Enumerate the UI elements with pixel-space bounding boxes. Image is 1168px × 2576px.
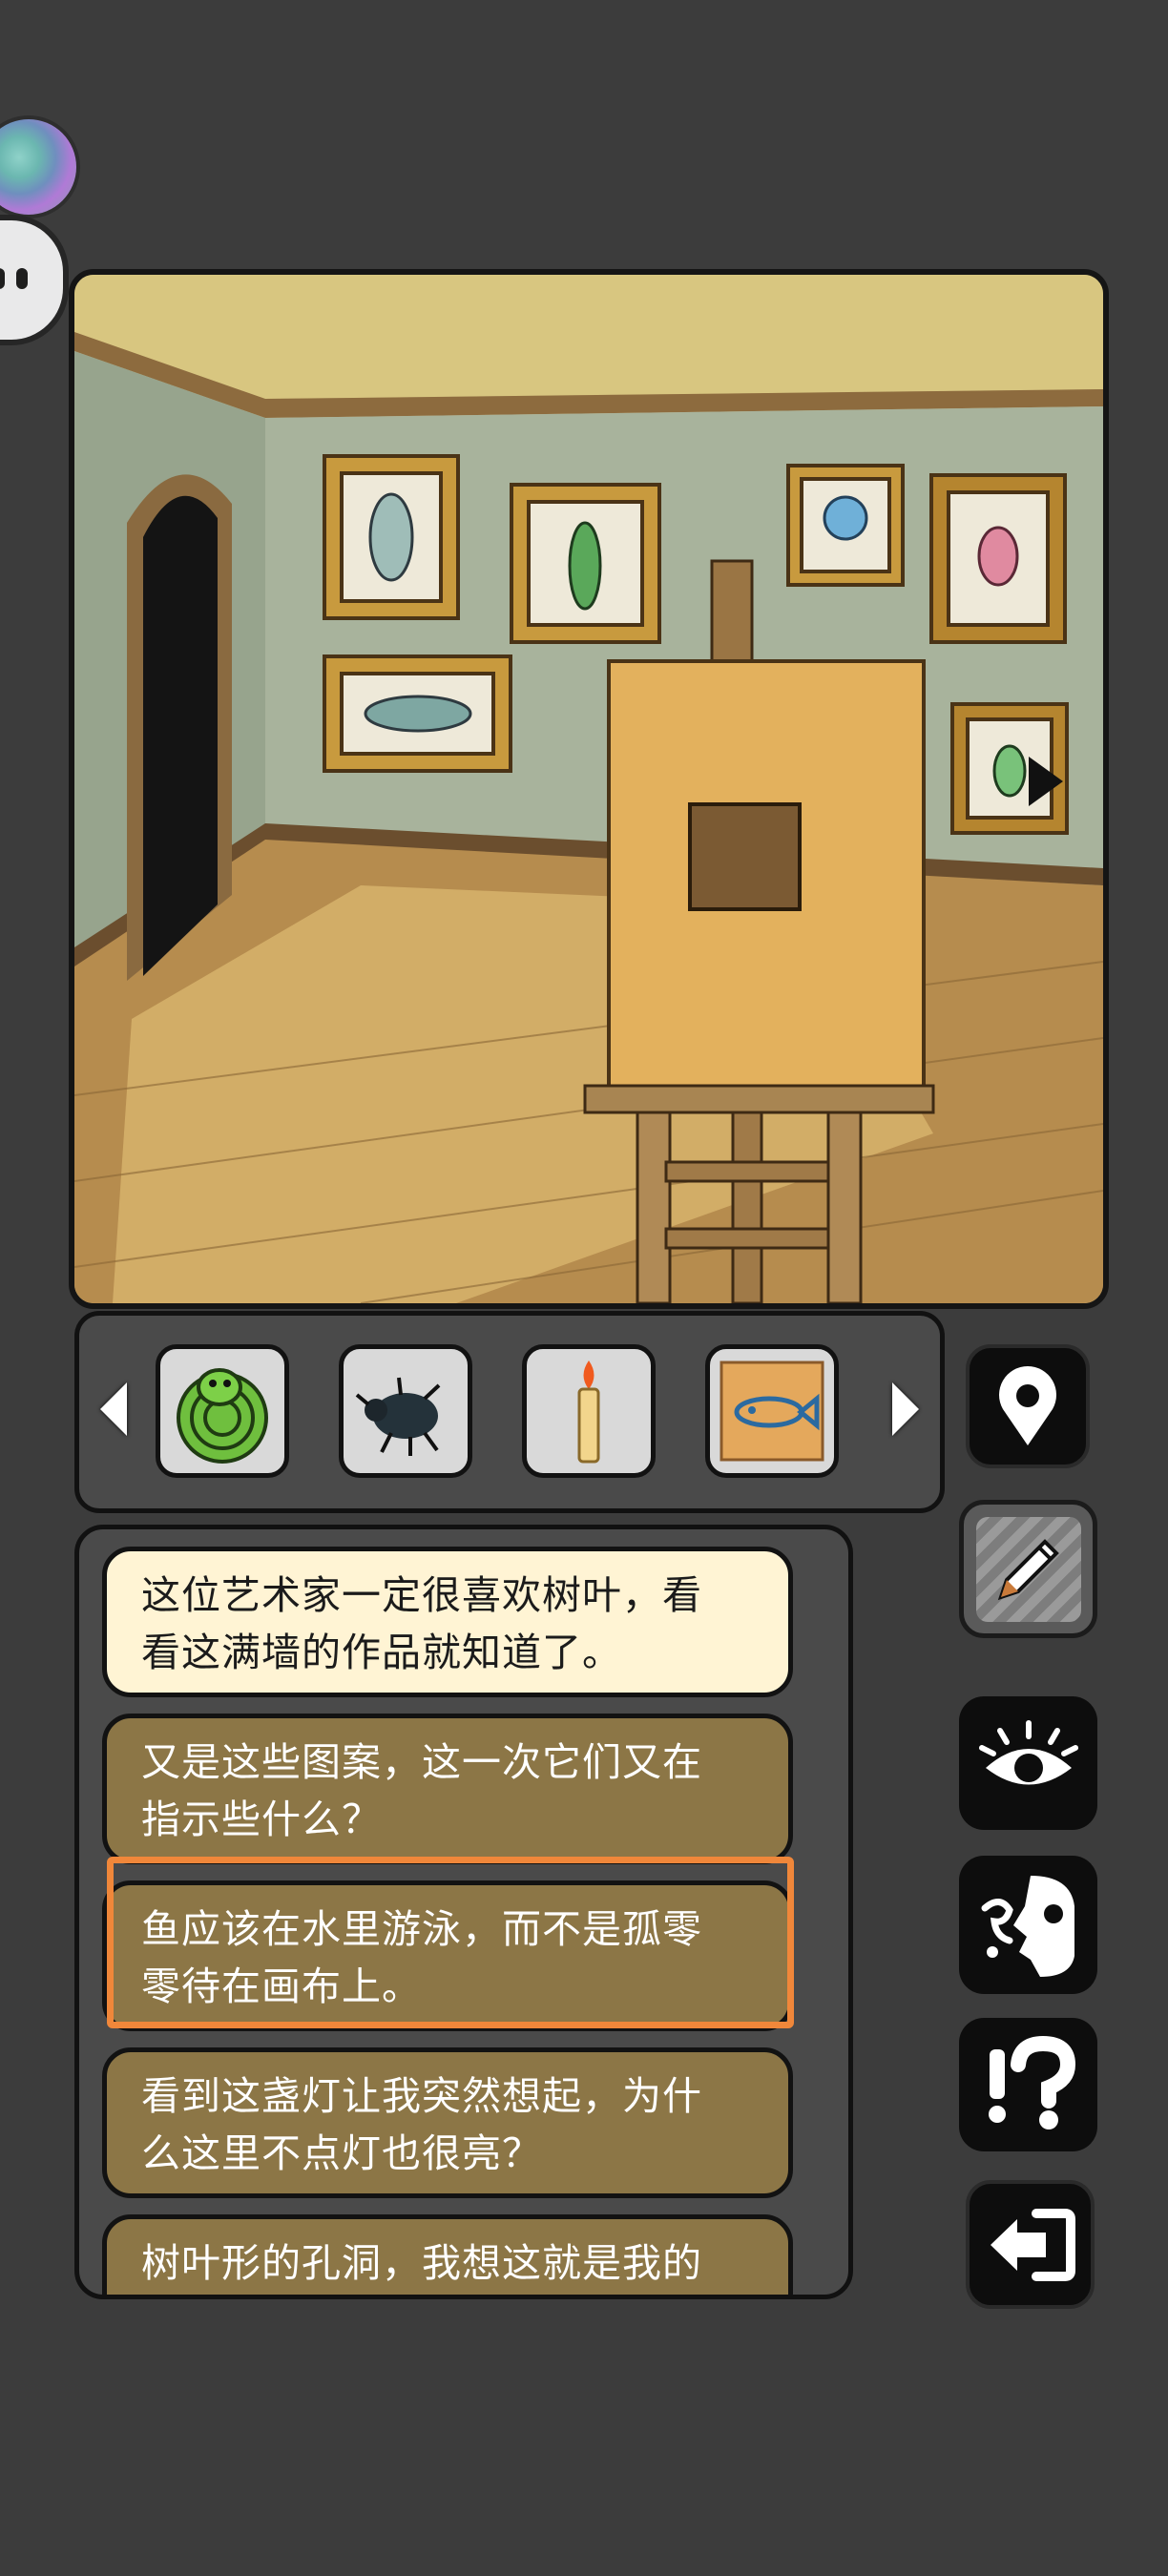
dialogue-option-text: 看到这盏灯让我突然想起，为什	[141, 2073, 702, 2119]
dialogue-option[interactable]: 树叶形的孔洞，我想这就是我的	[102, 2214, 793, 2295]
dialogue-option-text: 指示些什么？	[141, 1797, 382, 1842]
beetle-icon	[355, 1377, 441, 1456]
candle-icon	[577, 1361, 600, 1464]
dialogue-option-text: 零待在画布上。	[141, 1963, 422, 2009]
pencil-icon	[997, 1538, 1059, 1600]
face-eye-icon	[16, 268, 28, 289]
face-eye-icon	[0, 268, 5, 289]
exclaim-question-icon	[988, 2035, 1075, 2129]
eye-icon	[978, 1720, 1078, 1785]
dialogue-option-text: 看这满墙的作品就知道了。	[141, 1630, 622, 1675]
dialogue-option-text: 又是这些图案，这一次它们又在	[141, 1739, 702, 1785]
game-scene[interactable]	[69, 269, 1109, 1309]
exit-icon	[990, 2208, 1075, 2281]
inventory-prev-arrow-icon[interactable]	[100, 1382, 127, 1436]
dialogue-option[interactable]: 这位艺术家一定很喜欢树叶，看 看这满墙的作品就知道了。	[102, 1547, 793, 1697]
hint-button[interactable]	[959, 2018, 1097, 2151]
inventory-slot-snake[interactable]	[156, 1344, 289, 1478]
fish-drawing-icon	[720, 1361, 824, 1462]
dialogue-option-text: 鱼应该在水里游泳，而不是孤零	[141, 1906, 702, 1952]
scene-next-arrow-icon[interactable]	[1029, 757, 1063, 806]
map-pin-button[interactable]	[966, 1344, 1090, 1468]
dialogue-option[interactable]: 看到这盏灯让我突然想起，为什 么这里不点灯也很亮？	[102, 2047, 793, 2198]
inventory-next-arrow-icon[interactable]	[892, 1382, 919, 1436]
dialogue-option-selected[interactable]: 鱼应该在水里游泳，而不是孤零 零待在画布上。	[102, 1880, 793, 2031]
inventory-slot-fish-drawing[interactable]	[705, 1344, 839, 1478]
floating-assistive-button[interactable]	[0, 119, 76, 215]
dialogue-option-text: 树叶形的孔洞，我想这就是我的	[141, 2240, 702, 2286]
inventory-slot-candle[interactable]	[522, 1344, 656, 1478]
inventory-slot-beetle[interactable]	[339, 1344, 472, 1478]
dialogue-panel: 这位艺术家一定很喜欢树叶，看 看这满墙的作品就知道了。 又是这些图案，这一次它们…	[74, 1525, 853, 2299]
floating-face-button[interactable]	[0, 215, 69, 345]
inventory-bar	[74, 1311, 945, 1513]
dialogue-option-text: 这位艺术家一定很喜欢树叶，看	[141, 1572, 702, 1618]
notes-button[interactable]	[959, 1500, 1097, 1638]
face-talk-icon	[981, 1875, 1074, 1977]
talk-button[interactable]	[959, 1856, 1097, 1994]
look-button[interactable]	[959, 1696, 1097, 1830]
dialogue-option[interactable]: 又是这些图案，这一次它们又在 指示些什么？	[102, 1714, 793, 1864]
snake-icon	[177, 1368, 268, 1464]
dialogue-option-text: 么这里不点灯也很亮？	[141, 2130, 542, 2176]
map-pin-icon	[999, 1366, 1056, 1445]
exit-button[interactable]	[966, 2180, 1095, 2309]
gallery-room-illustration	[74, 275, 1103, 1303]
